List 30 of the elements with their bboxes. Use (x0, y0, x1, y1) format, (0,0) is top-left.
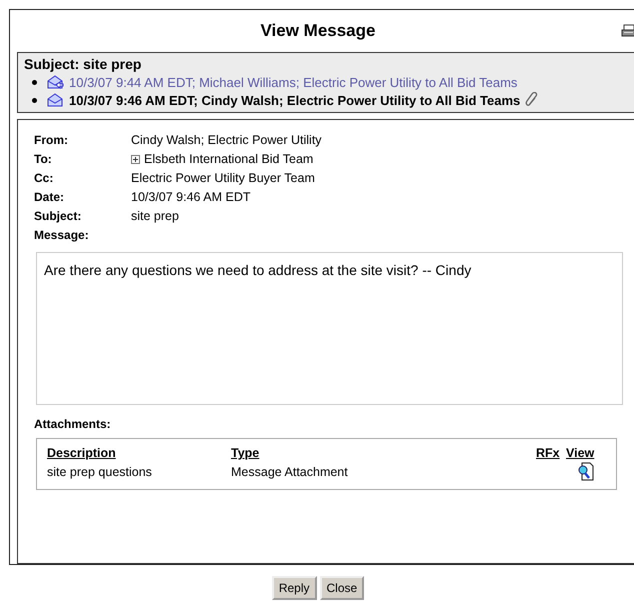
view-document-icon[interactable] (577, 462, 595, 481)
field-value: 10/3/07 9:46 AM EDT (131, 190, 251, 204)
field-label: From: (34, 133, 69, 147)
dialog-button[interactable]: Close (320, 576, 364, 600)
column-header[interactable]: Type (231, 446, 536, 460)
dialog-button[interactable]: Reply (272, 576, 316, 600)
bullet-icon (32, 80, 37, 84)
column-header[interactable]: View (566, 446, 606, 460)
field-label: To: (34, 152, 53, 166)
thread-subject: Subject: site prep (24, 56, 142, 72)
field-value: site prep (131, 209, 179, 223)
column-header[interactable]: RFx (536, 446, 566, 460)
message-label: Message: (34, 228, 90, 242)
message-link[interactable]: 10/3/07 9:46 AM EDT; Cindy Walsh; Electric Power Utility to All Bid Teams (69, 92, 520, 108)
field-label: Date: (34, 190, 66, 204)
field-label: Subject: (34, 209, 82, 223)
column-header[interactable]: Description (47, 446, 231, 460)
message-body: Are there any questions we need to address at the site visit? -- Cindy (36, 252, 623, 405)
field-value: Cindy Walsh; Electric Power Utility (131, 133, 322, 147)
bullet-icon (32, 98, 37, 102)
attachments-label: Attachments: (34, 417, 112, 431)
message-link[interactable]: 10/3/07 9:44 AM EDT; Michael Williams; Electric Power Utility to All Bid Teams (69, 74, 518, 90)
table-cell-text: site prep questions (47, 464, 153, 478)
field-label: Cc: (34, 171, 54, 185)
window-title: View Message (260, 21, 376, 41)
expand-icon[interactable] (131, 154, 140, 164)
field-value: Electric Power Utility Buyer Team (131, 171, 315, 185)
field-value: Elsbeth International Bid Team (144, 152, 314, 166)
table-cell-text: Message Attachment (231, 464, 349, 478)
printer-icon[interactable] (621, 24, 634, 38)
